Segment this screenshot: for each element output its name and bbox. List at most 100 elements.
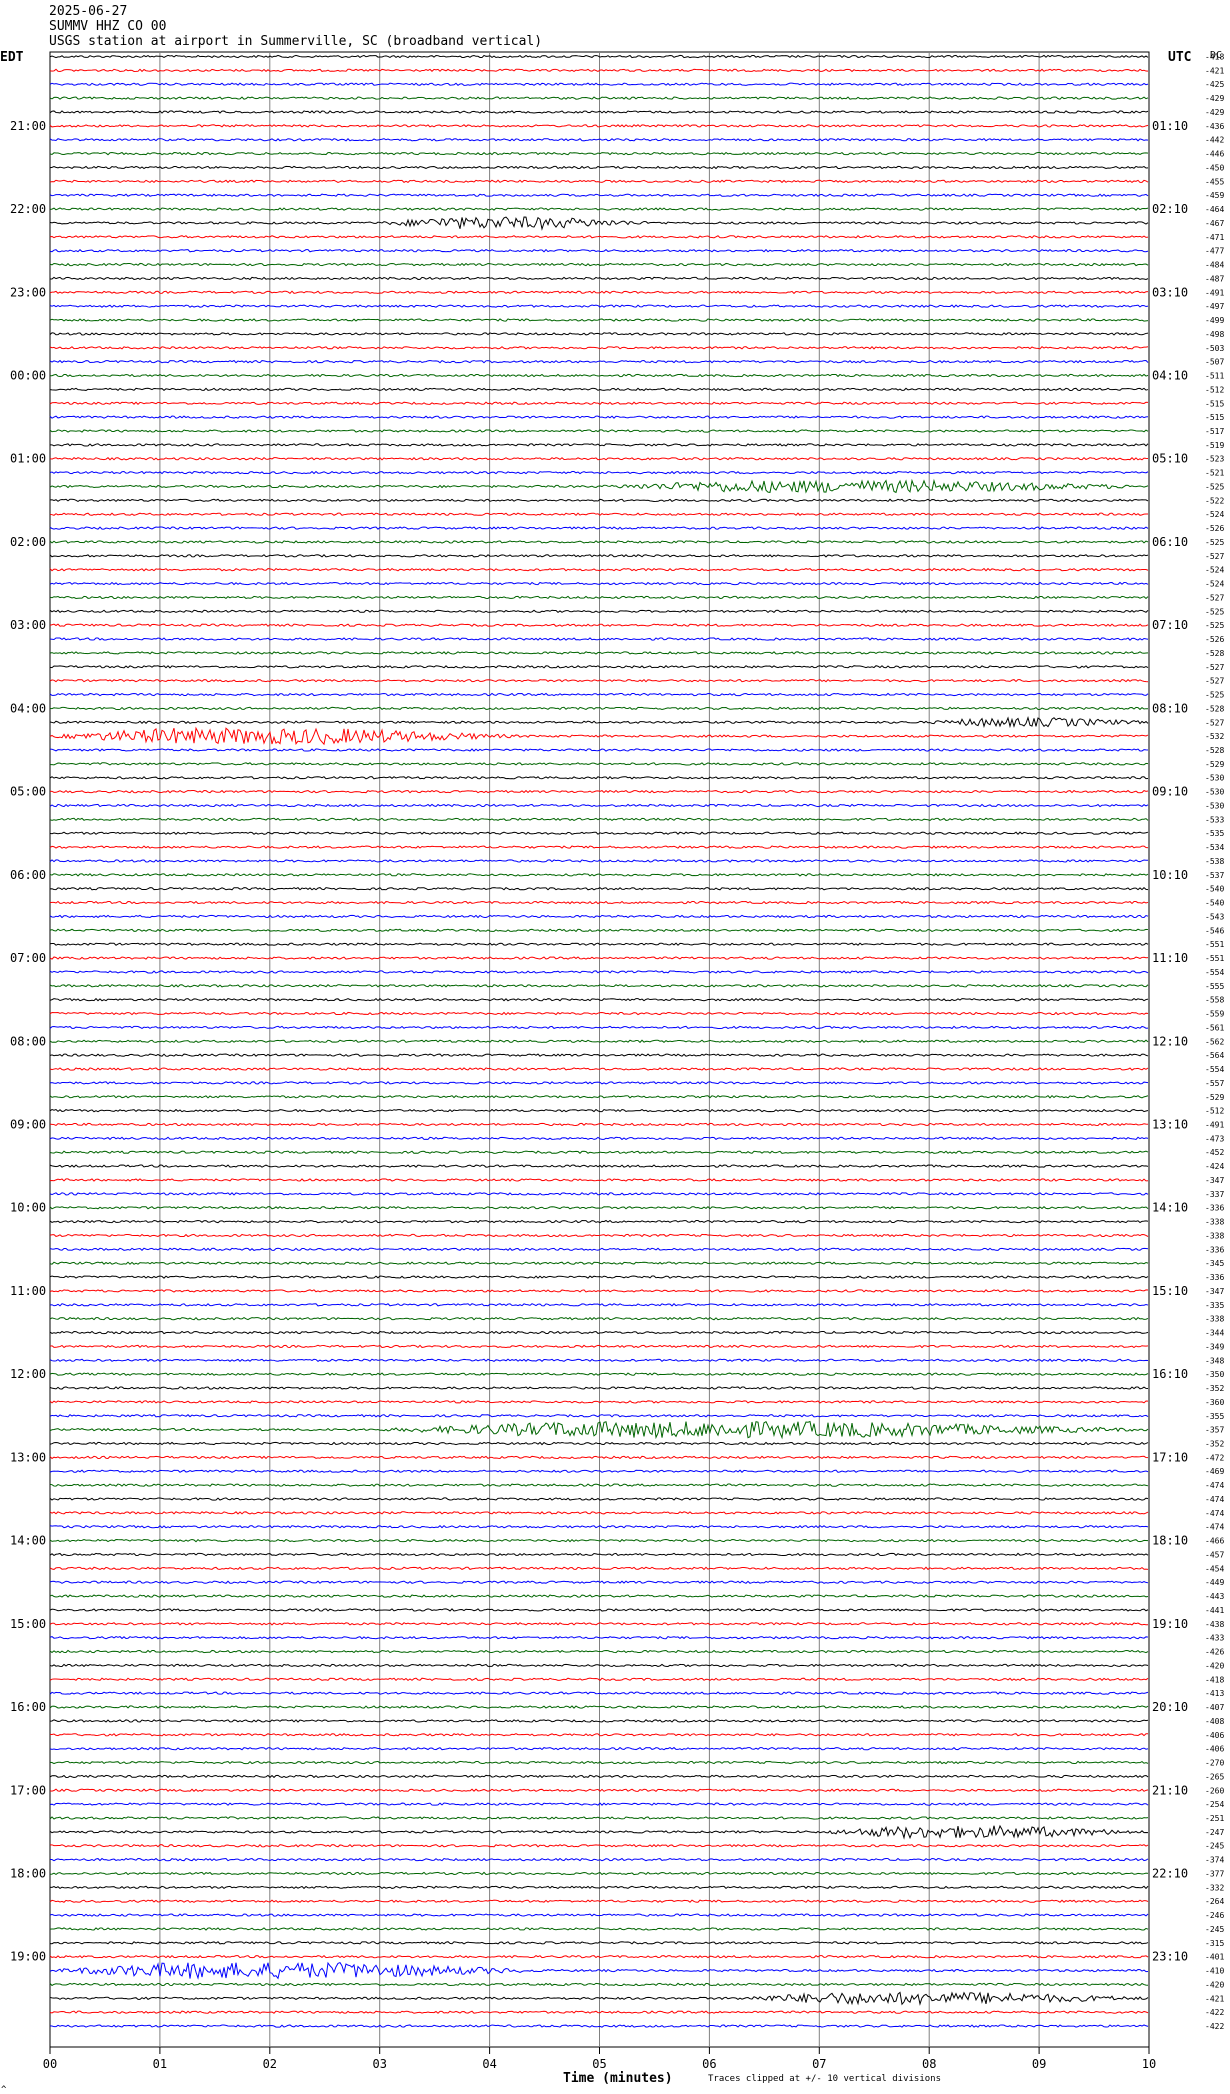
dc-offset-value: -360 — [1205, 1398, 1224, 1407]
x-tick-label: 00 — [43, 2057, 57, 2071]
dc-offset-value: -530 — [1205, 788, 1224, 797]
utc-hour-label: 23:10 — [1152, 1950, 1188, 1964]
x-tick-label: 09 — [1032, 2057, 1046, 2071]
dc-offset-value: -527 — [1205, 663, 1224, 672]
dc-offset-value: -421 — [1205, 66, 1224, 75]
utc-hour-label: 10:10 — [1152, 868, 1188, 882]
dc-offset-value: -528 — [1205, 746, 1224, 755]
edt-hour-label: 12:00 — [10, 1367, 46, 1381]
dc-offset-value: -471 — [1205, 233, 1224, 242]
dc-offset-value: -555 — [1205, 982, 1224, 991]
left-timezone-label: EDT — [0, 50, 24, 65]
dc-offset-value: -528 — [1205, 649, 1224, 658]
x-tick-label: 06 — [702, 2057, 716, 2071]
dc-offset-value: -512 — [1205, 385, 1224, 394]
dc-offset-value: -515 — [1205, 399, 1224, 408]
dc-offset-value: -335 — [1205, 1301, 1224, 1310]
dc-offset-value: -517 — [1205, 427, 1224, 436]
dc-offset-value: -474 — [1205, 1481, 1224, 1490]
dc-offset-value: -507 — [1205, 358, 1224, 367]
dc-offset-value: -337 — [1205, 1190, 1224, 1199]
dc-offset-value: -533 — [1205, 815, 1224, 824]
dc-offset-value: -525 — [1205, 538, 1224, 547]
dc-offset-value: -484 — [1205, 261, 1224, 270]
utc-hour-label: 20:10 — [1152, 1700, 1188, 1714]
edt-hour-label: 13:00 — [10, 1450, 46, 1464]
dc-offset-value: -265 — [1205, 1772, 1224, 1781]
dc-offset-value: -477 — [1205, 247, 1224, 256]
utc-hour-label: 21:10 — [1152, 1783, 1188, 1797]
helicorder-plot: 2025-06-27 SUMMV HHZ CO 00 USGS station … — [0, 4, 1224, 2094]
utc-hour-label: 11:10 — [1152, 951, 1188, 965]
dc-offset-value: -251 — [1205, 1814, 1224, 1823]
utc-hour-label: 12:10 — [1152, 1034, 1188, 1048]
dc-offset-value: -512 — [1205, 1107, 1224, 1116]
utc-hour-label: 16:10 — [1152, 1367, 1188, 1381]
dc-offset-value: -420 — [1205, 1661, 1224, 1670]
dc-offset-value: -474 — [1205, 1509, 1224, 1518]
dc-offset-value: -442 — [1205, 136, 1224, 145]
edt-hour-label: 08:00 — [10, 1034, 46, 1048]
utc-hour-label: 05:10 — [1152, 452, 1188, 466]
dc-offset-value: -535 — [1205, 829, 1224, 838]
corner-mark: ^ — [1, 2085, 7, 2094]
right-timezone-label: UTC — [1168, 50, 1191, 65]
dc-offset-value: -473 — [1205, 1134, 1224, 1143]
edt-hour-label: 22:00 — [10, 202, 46, 216]
dc-offset-value: -526 — [1205, 635, 1224, 644]
dc-offset-value: -527 — [1205, 677, 1224, 686]
dc-offset-value: -524 — [1205, 566, 1224, 575]
dc-offset-value: -524 — [1205, 580, 1224, 589]
dc-offset-value: -245 — [1205, 1925, 1224, 1934]
dc-offset-value: -540 — [1205, 899, 1224, 908]
x-tick-label: 03 — [372, 2057, 386, 2071]
dc-offset-value: -374 — [1205, 1856, 1224, 1865]
dc-offset-value: -474 — [1205, 1495, 1224, 1504]
dc-offset-value: -429 — [1205, 94, 1224, 103]
dc-offset-value: -332 — [1205, 1883, 1224, 1892]
dc-offset-value: -357 — [1205, 1426, 1224, 1435]
dc-offset-value: -524 — [1205, 510, 1224, 519]
x-tick-label: 08 — [922, 2057, 936, 2071]
x-tick-label: 01 — [153, 2057, 167, 2071]
edt-hour-label: 15:00 — [10, 1617, 46, 1631]
dc-offset-value: -530 — [1205, 801, 1224, 810]
dc-offset-value: -521 — [1205, 469, 1224, 478]
dc-offset-value: -336 — [1205, 1204, 1224, 1213]
dc-offset-value: -452 — [1205, 1148, 1224, 1157]
edt-hour-label: 14:00 — [10, 1534, 46, 1548]
utc-hour-label: 17:10 — [1152, 1450, 1188, 1464]
dc-offset-value: -551 — [1205, 940, 1224, 949]
utc-hour-label: 01:10 — [1152, 119, 1188, 133]
dc-offset-value: -449 — [1205, 1578, 1224, 1587]
dc-offset-value: -450 — [1205, 163, 1224, 172]
dc-offset-value: -429 — [1205, 108, 1224, 117]
dc-offset-value: -338 — [1205, 1315, 1224, 1324]
dc-offset-value: -469 — [1205, 1467, 1224, 1476]
dc-offset-value: -554 — [1205, 1065, 1224, 1074]
header-station: SUMMV HHZ CO 00 — [49, 19, 166, 34]
utc-hour-label: 07:10 — [1152, 618, 1188, 632]
dc-offset-value: -338 — [1205, 1231, 1224, 1240]
edt-hour-label: 02:00 — [10, 535, 46, 549]
edt-hour-label: 10:00 — [10, 1201, 46, 1215]
dc-offset-value: -551 — [1205, 954, 1224, 963]
dc-offset-value: -408 — [1205, 1717, 1224, 1726]
dc-offset-value: -525 — [1205, 691, 1224, 700]
dc-offset-value: -557 — [1205, 1079, 1224, 1088]
edt-hour-label: 04:00 — [10, 701, 46, 715]
utc-hour-label: 04:10 — [1152, 369, 1188, 383]
dc-offset-value: -527 — [1205, 552, 1224, 561]
dc-offset-value: -559 — [1205, 1010, 1224, 1019]
dc-offset-value: -441 — [1205, 1606, 1224, 1615]
dc-offset-value: -537 — [1205, 871, 1224, 880]
x-tick-label: 02 — [263, 2057, 277, 2071]
dc-offset-value: -422 — [1205, 2008, 1224, 2017]
dc-offset-value: -349 — [1205, 1342, 1224, 1351]
utc-hour-label: 19:10 — [1152, 1617, 1188, 1631]
edt-hour-label: 00:00 — [10, 369, 46, 383]
dc-offset-value: -561 — [1205, 1023, 1224, 1032]
dc-offset-value: -446 — [1205, 150, 1224, 159]
dc-offset-value: -558 — [1205, 996, 1224, 1005]
x-tick-label: 05 — [592, 2057, 606, 2071]
